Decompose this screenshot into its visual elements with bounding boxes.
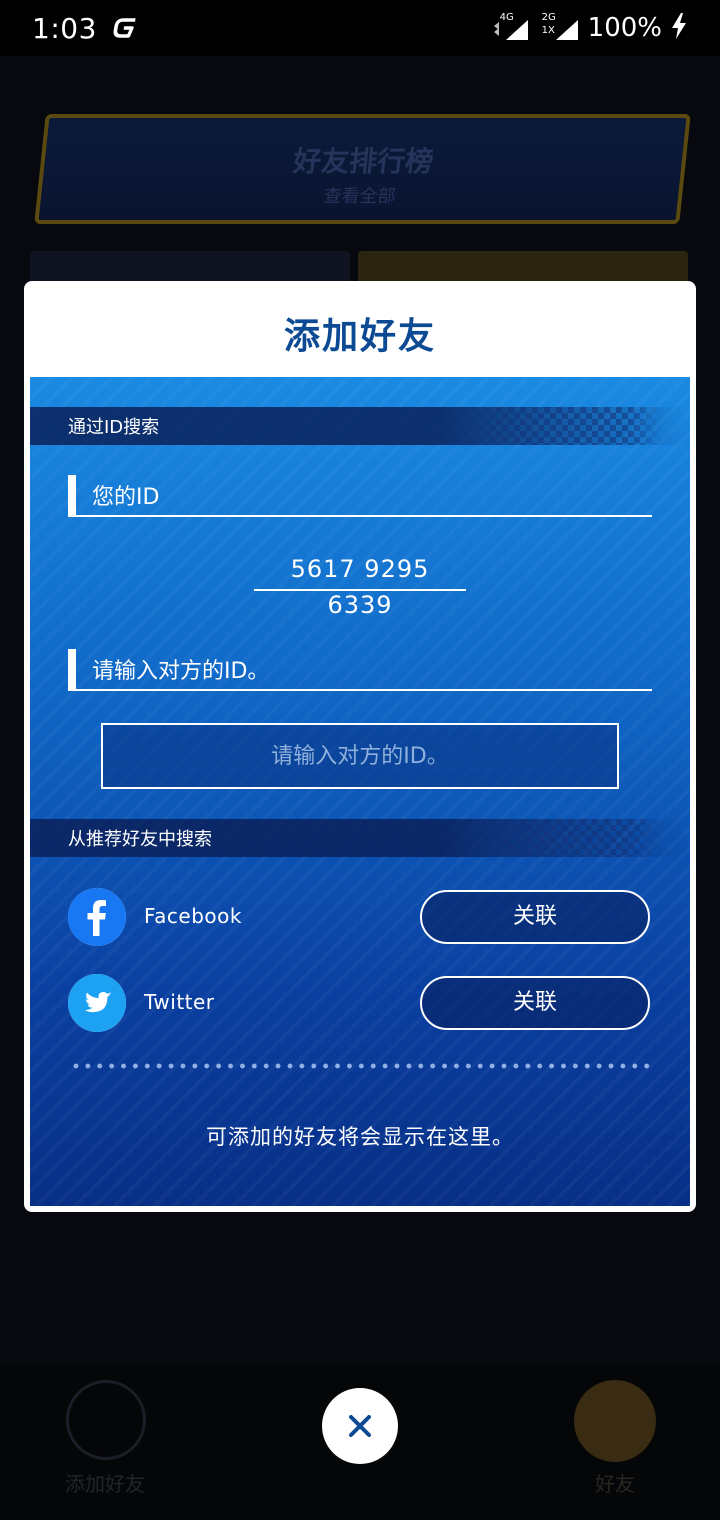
- background-crown-button: [574, 1380, 656, 1462]
- your-id-value: 5617 9295 6339: [254, 551, 466, 619]
- signal-4g-icon: 4G: [492, 13, 532, 42]
- search-by-id-header-label: 通过ID搜索: [68, 417, 160, 438]
- checker-pattern: [442, 819, 662, 857]
- status-time: 1:03: [32, 11, 97, 45]
- facebook-icon: [68, 888, 126, 946]
- add-friend-dialog: 添加好友 通过ID搜索 您的ID 5617 9295 6339 请输入对方的ID…: [24, 281, 696, 1212]
- app-notification-icon: [111, 16, 137, 40]
- background-add-friend-label: 添加好友: [65, 1472, 145, 1496]
- link-facebook-button[interactable]: 关联: [420, 890, 650, 944]
- close-button[interactable]: [322, 1388, 398, 1464]
- friend-id-input[interactable]: [101, 723, 619, 789]
- background-crown-label: 好友: [595, 1472, 635, 1496]
- recommended-friends-header: 从推荐好友中搜索: [30, 819, 690, 857]
- recommended-friends-header-label: 从推荐好友中搜索: [68, 829, 212, 850]
- background-add-friend-button: [66, 1380, 146, 1460]
- enter-id-label: 请输入对方的ID。: [92, 659, 270, 684]
- your-id-label: 您的ID: [92, 485, 160, 510]
- status-bar: 1:03 4G 2G 1X 100%: [0, 0, 720, 56]
- dialog-panel: 通过ID搜索 您的ID 5617 9295 6339 请输入对方的ID。 从推荐…: [30, 377, 690, 1206]
- signal-2g-icon: 2G 1X: [540, 13, 580, 42]
- your-id-label-row: 您的ID: [68, 475, 652, 517]
- dialog-title: 添加好友: [283, 316, 436, 357]
- label-accent-bar: [68, 649, 76, 691]
- search-by-id-header: 通过ID搜索: [30, 407, 690, 445]
- twitter-label: Twitter: [144, 990, 215, 1014]
- ranking-banner: 好友排行榜 查看全部: [34, 114, 691, 224]
- banner-subtitle: 查看全部: [322, 186, 397, 207]
- facebook-row: Facebook 关联: [68, 888, 652, 946]
- close-icon: [349, 1415, 371, 1437]
- twitter-icon: [68, 974, 126, 1032]
- enter-id-label-row: 请输入对方的ID。: [68, 649, 652, 691]
- battery-percent: 100%: [587, 13, 662, 43]
- banner-title: 好友排行榜: [291, 145, 436, 178]
- dotted-divider: [70, 1063, 650, 1069]
- label-accent-bar: [68, 475, 76, 517]
- link-twitter-button[interactable]: 关联: [420, 976, 650, 1030]
- checker-pattern: [442, 407, 662, 445]
- charging-icon: [670, 12, 688, 44]
- facebook-label: Facebook: [144, 904, 242, 928]
- empty-friends-message: 可添加的好友将会显示在这里。: [206, 1125, 514, 1149]
- twitter-row: Twitter 关联: [68, 974, 652, 1032]
